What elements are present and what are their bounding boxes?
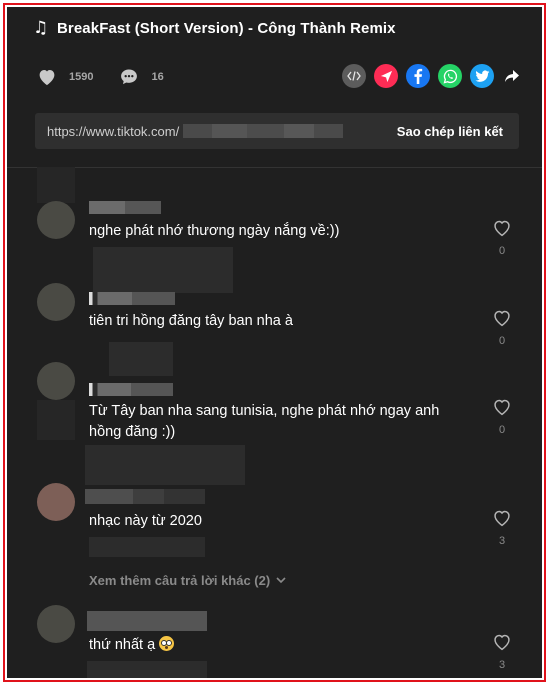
redacted-block	[89, 537, 205, 557]
redacted-block	[37, 400, 75, 440]
comment-text: Từ Tây ban nha sang tunisia, nghe phát n…	[89, 403, 440, 440]
view-more-replies-button[interactable]: Xem thêm câu trả lời khác (2)	[89, 573, 286, 588]
heart-outline-icon[interactable]	[492, 633, 512, 651]
avatar[interactable]	[37, 201, 75, 239]
comment-stat[interactable]: 16	[119, 67, 164, 87]
embed-button[interactable]	[342, 64, 366, 88]
twitter-button[interactable]	[470, 64, 494, 88]
comment-like[interactable]: 3	[490, 509, 514, 547]
comment-text-row: thứ nhất ạ	[89, 635, 469, 656]
comment-item: nghe phát nhớ thương ngày nắng về:)) 0	[7, 167, 542, 293]
song-title[interactable]: BreakFast (Short Version) - Công Thành R…	[57, 20, 396, 37]
comment-bubble-icon[interactable]	[119, 67, 139, 87]
flushed-face-emoji-icon	[159, 636, 175, 651]
stats-row: 1590 16	[37, 65, 190, 89]
view-more-replies-label: Xem thêm câu trả lời khác (2)	[89, 573, 271, 588]
comment-like[interactable]: 3	[490, 633, 514, 671]
send-button[interactable]	[374, 64, 398, 88]
like-count: 1590	[69, 71, 94, 83]
redacted-block	[109, 342, 173, 376]
comment-count: 16	[151, 71, 164, 83]
video-link-text[interactable]: https://www.tiktok.com/	[47, 124, 179, 139]
send-arrow-icon	[380, 70, 392, 82]
comment-item: nhạc này từ 2020 3	[7, 445, 542, 565]
username-redacted[interactable]	[89, 201, 161, 214]
music-note-icon: ♫	[33, 18, 49, 38]
comment-text: nhạc này từ 2020	[89, 513, 202, 529]
facebook-button[interactable]	[406, 64, 430, 88]
like-stat[interactable]: 1590	[37, 68, 93, 86]
heart-outline-icon[interactable]	[492, 509, 512, 527]
facebook-icon	[414, 68, 423, 84]
twitter-bird-icon	[474, 69, 489, 82]
redacted-block	[85, 445, 245, 485]
comment-text: thứ nhất ạ	[89, 637, 156, 653]
avatar[interactable]	[37, 283, 75, 321]
chevron-down-icon	[276, 577, 286, 584]
heart-outline-icon[interactable]	[492, 219, 512, 237]
copy-link-button[interactable]: Sao chép liên kết	[397, 124, 503, 139]
avatar[interactable]	[37, 362, 75, 400]
heart-outline-icon[interactable]	[492, 309, 512, 327]
whatsapp-button[interactable]	[438, 64, 462, 88]
video-info-panel: ♫ BreakFast (Short Version) - Công Thành…	[7, 7, 542, 678]
comment-item: thứ nhất ạ 3	[7, 599, 542, 678]
username-redacted[interactable]	[87, 611, 207, 631]
comment-text: nghe phát nhớ thương ngày nắng về:))	[89, 223, 340, 239]
redacted-block	[87, 661, 207, 678]
screenshot-frame: ♫ BreakFast (Short Version) - Công Thành…	[3, 3, 546, 682]
username-redacted[interactable]	[89, 292, 175, 305]
share-buttons	[334, 64, 524, 88]
heart-filled-icon[interactable]	[37, 68, 57, 86]
comment-like-count: 3	[498, 535, 506, 547]
code-embed-icon	[347, 71, 361, 81]
link-copy-box: https://www.tiktok.com/ Sao chép liên kế…	[35, 113, 519, 149]
redacted-block	[37, 167, 75, 203]
username-redacted[interactable]	[89, 383, 173, 396]
song-row[interactable]: ♫ BreakFast (Short Version) - Công Thành…	[33, 17, 396, 39]
comment-like-count: 3	[498, 659, 506, 671]
link-redacted	[183, 124, 344, 138]
comment-item: tiên tri hồng đăng tây ban nha à 0	[7, 252, 542, 347]
comment-like-count: 0	[498, 424, 506, 436]
avatar[interactable]	[37, 483, 75, 521]
username-redacted[interactable]	[85, 489, 205, 504]
share-more-button[interactable]	[500, 64, 524, 88]
heart-outline-icon[interactable]	[492, 398, 512, 416]
share-arrow-icon	[505, 70, 519, 82]
whatsapp-icon	[443, 69, 457, 84]
comment-like[interactable]: 0	[490, 398, 514, 436]
comment-item: Từ Tây ban nha sang tunisia, nghe phát n…	[7, 342, 542, 452]
avatar[interactable]	[37, 605, 75, 643]
comment-text: tiên tri hồng đăng tây ban nha à	[89, 313, 293, 329]
